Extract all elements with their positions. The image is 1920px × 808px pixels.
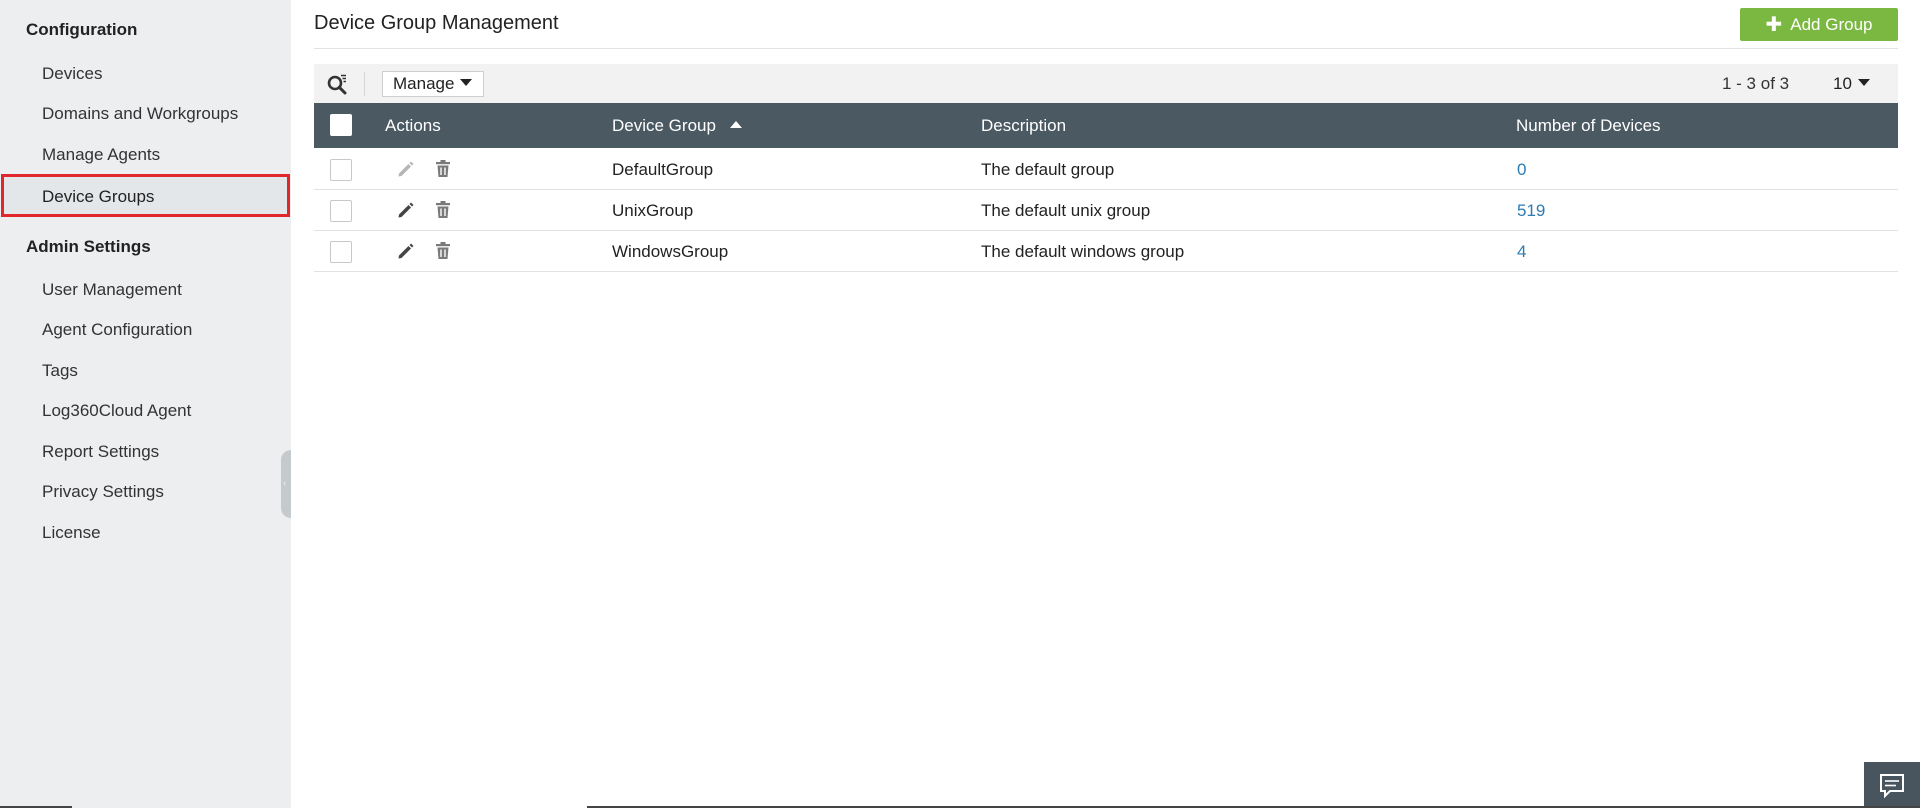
- toolbar-divider: [364, 72, 365, 96]
- device-group-description: The default windows group: [981, 242, 1185, 261]
- sidebar-item-agent-configuration[interactable]: Agent Configuration: [0, 311, 291, 349]
- sidebar-item-devices[interactable]: Devices: [0, 55, 291, 93]
- device-count-link[interactable]: 4: [1517, 231, 1526, 272]
- title-divider: [314, 48, 1898, 49]
- pagination-info: 1 - 3 of 3: [1722, 74, 1790, 93]
- sidebar-item-domains-and-workgroups[interactable]: Domains and Workgroups: [0, 95, 291, 133]
- pencil-icon[interactable]: [396, 241, 416, 261]
- trash-icon[interactable]: [434, 159, 452, 179]
- pencil-icon[interactable]: [396, 159, 416, 179]
- device-group-name: WindowsGroup: [612, 242, 729, 261]
- add-group-button[interactable]: ✚ Add Group: [1740, 8, 1898, 41]
- column-header-actions: Actions: [385, 116, 441, 135]
- per-page-select[interactable]: 10: [1833, 64, 1870, 103]
- device-count-link[interactable]: 0: [1517, 149, 1526, 190]
- column-header-device-group[interactable]: Device Group: [612, 103, 742, 148]
- row-checkbox[interactable]: [330, 241, 352, 263]
- column-header-number-of-devices: Number of Devices: [1516, 116, 1661, 135]
- device-count-link[interactable]: 519: [1517, 190, 1545, 231]
- manage-label: Manage: [393, 74, 455, 93]
- select-all-checkbox[interactable]: [330, 114, 352, 136]
- add-group-label: Add Group: [1790, 15, 1873, 34]
- per-page-value: 10: [1833, 74, 1852, 93]
- device-group-name: DefaultGroup: [612, 160, 714, 179]
- sidebar: Configuration Devices Domains and Workgr…: [0, 0, 291, 808]
- row-checkbox[interactable]: [330, 200, 352, 222]
- device-group-name: UnixGroup: [612, 201, 694, 220]
- device-group-description: The default group: [981, 160, 1115, 179]
- table-header: Actions Device Group Description Number …: [314, 103, 1898, 148]
- page-title: Device Group Management: [314, 12, 559, 34]
- column-header-description: Description: [981, 116, 1067, 135]
- row-checkbox[interactable]: [330, 159, 352, 181]
- chevron-down-icon: [460, 79, 473, 86]
- sidebar-item-log360cloud-agent[interactable]: Log360Cloud Agent: [0, 392, 291, 430]
- sidebar-section-admin-settings: Admin Settings: [26, 237, 151, 256]
- chat-button[interactable]: [1864, 762, 1920, 808]
- sidebar-collapse-handle[interactable]: ‹: [281, 450, 291, 518]
- plus-icon: ✚: [1765, 14, 1783, 36]
- sidebar-item-tags[interactable]: Tags: [0, 352, 291, 390]
- sidebar-item-device-groups[interactable]: Device Groups: [1, 174, 290, 217]
- sidebar-section-configuration: Configuration: [26, 20, 138, 39]
- manage-dropdown[interactable]: Manage: [382, 71, 484, 97]
- collapse-arrow-icon: ‹: [283, 478, 287, 489]
- sidebar-item-license[interactable]: License: [0, 514, 291, 552]
- table-row: DefaultGroup The default group 0: [314, 149, 1898, 190]
- pencil-icon[interactable]: [396, 200, 416, 220]
- trash-icon[interactable]: [434, 241, 452, 261]
- sidebar-item-user-management[interactable]: User Management: [0, 271, 291, 309]
- chevron-down-icon: [1857, 79, 1870, 86]
- sidebar-item-report-settings[interactable]: Report Settings: [0, 433, 291, 471]
- device-group-description: The default unix group: [981, 201, 1151, 220]
- sidebar-item-manage-agents[interactable]: Manage Agents: [0, 136, 291, 174]
- trash-icon[interactable]: [434, 200, 452, 220]
- column-header-device-group-label: Device Group: [612, 116, 716, 135]
- sidebar-item-privacy-settings[interactable]: Privacy Settings: [0, 473, 291, 511]
- table-toolbar: Manage 1 - 3 of 3 10: [314, 64, 1898, 103]
- chat-icon: [1880, 774, 1904, 799]
- table-row: WindowsGroup The default windows group 4: [314, 231, 1898, 272]
- sort-ascending-icon: [729, 121, 742, 128]
- table-row: UnixGroup The default unix group 519: [314, 190, 1898, 231]
- search-filter-icon[interactable]: [326, 73, 348, 95]
